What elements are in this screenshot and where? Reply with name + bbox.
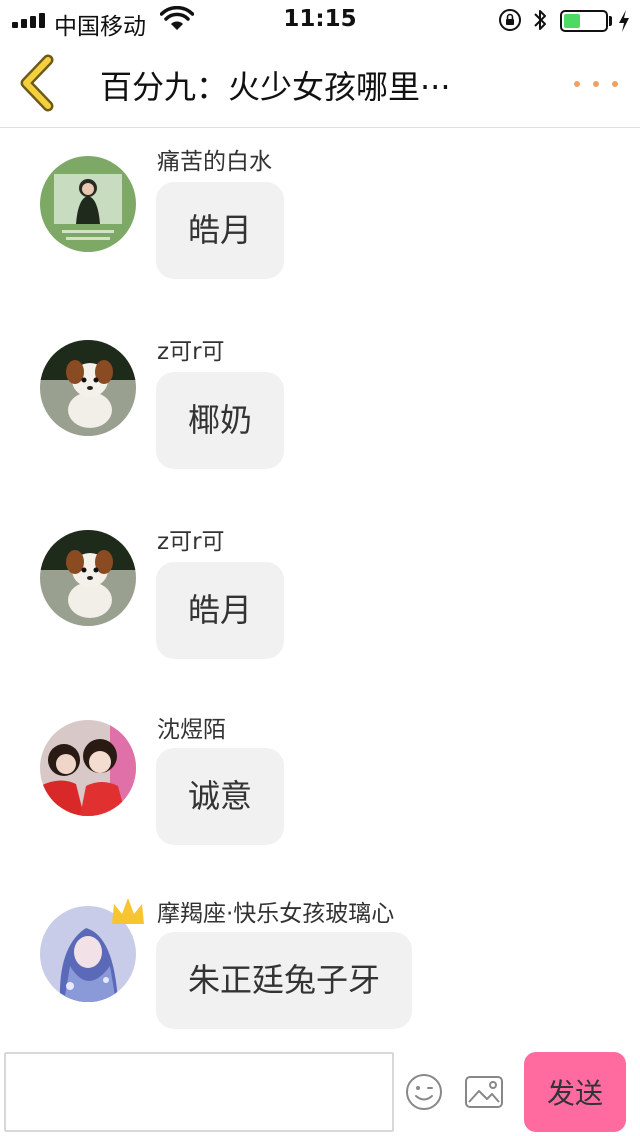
rotation-lock-icon (499, 9, 521, 31)
avatar-puppy[interactable] (40, 530, 136, 626)
message-bubble[interactable]: 皓月 (156, 562, 285, 659)
battery-icon (560, 10, 608, 32)
message-bubble[interactable]: 诚意 (156, 748, 285, 845)
avatar-puppy[interactable] (40, 340, 136, 436)
chat-title: 百分九：火少女孩哪里··· (100, 68, 451, 106)
emoji-icon[interactable] (404, 1072, 444, 1112)
avatar-girl-green[interactable] (40, 156, 136, 252)
charging-bolt-icon (619, 10, 629, 32)
battery-level (564, 14, 580, 28)
crown-icon (112, 898, 144, 924)
sender-name: 痛苦的白水 (157, 149, 272, 175)
status-bar: 中国移动 11:15 (0, 0, 640, 40)
battery-tip (609, 16, 612, 26)
sender-name: z可r可 (157, 339, 225, 365)
input-bar: 发送 (0, 1050, 640, 1136)
nav-bar: 百分九：火少女孩哪里··· (0, 40, 640, 128)
message-bubble[interactable]: 朱正廷兔子牙 (156, 932, 413, 1029)
sender-name: z可r可 (157, 529, 225, 555)
more-options-icon[interactable] (570, 62, 622, 106)
message-bubble[interactable]: 皓月 (156, 182, 285, 279)
sender-name: 沈煜陌 (157, 717, 226, 743)
message-bubble[interactable]: 椰奶 (156, 372, 285, 469)
sender-name: 摩羯座·快乐女孩玻璃心 (157, 901, 395, 927)
message-input[interactable] (4, 1052, 394, 1132)
image-icon[interactable] (464, 1074, 504, 1110)
back-arrow-icon[interactable] (14, 54, 62, 112)
send-button[interactable]: 发送 (524, 1052, 626, 1132)
message-list[interactable]: 痛苦的白水 皓月 z可r可 椰奶 z可r可 皓月 沈煜陌 诚意 摩羯座·快乐女孩… (0, 128, 640, 1050)
avatar-girl-red[interactable] (40, 720, 136, 816)
bluetooth-icon (534, 10, 546, 30)
